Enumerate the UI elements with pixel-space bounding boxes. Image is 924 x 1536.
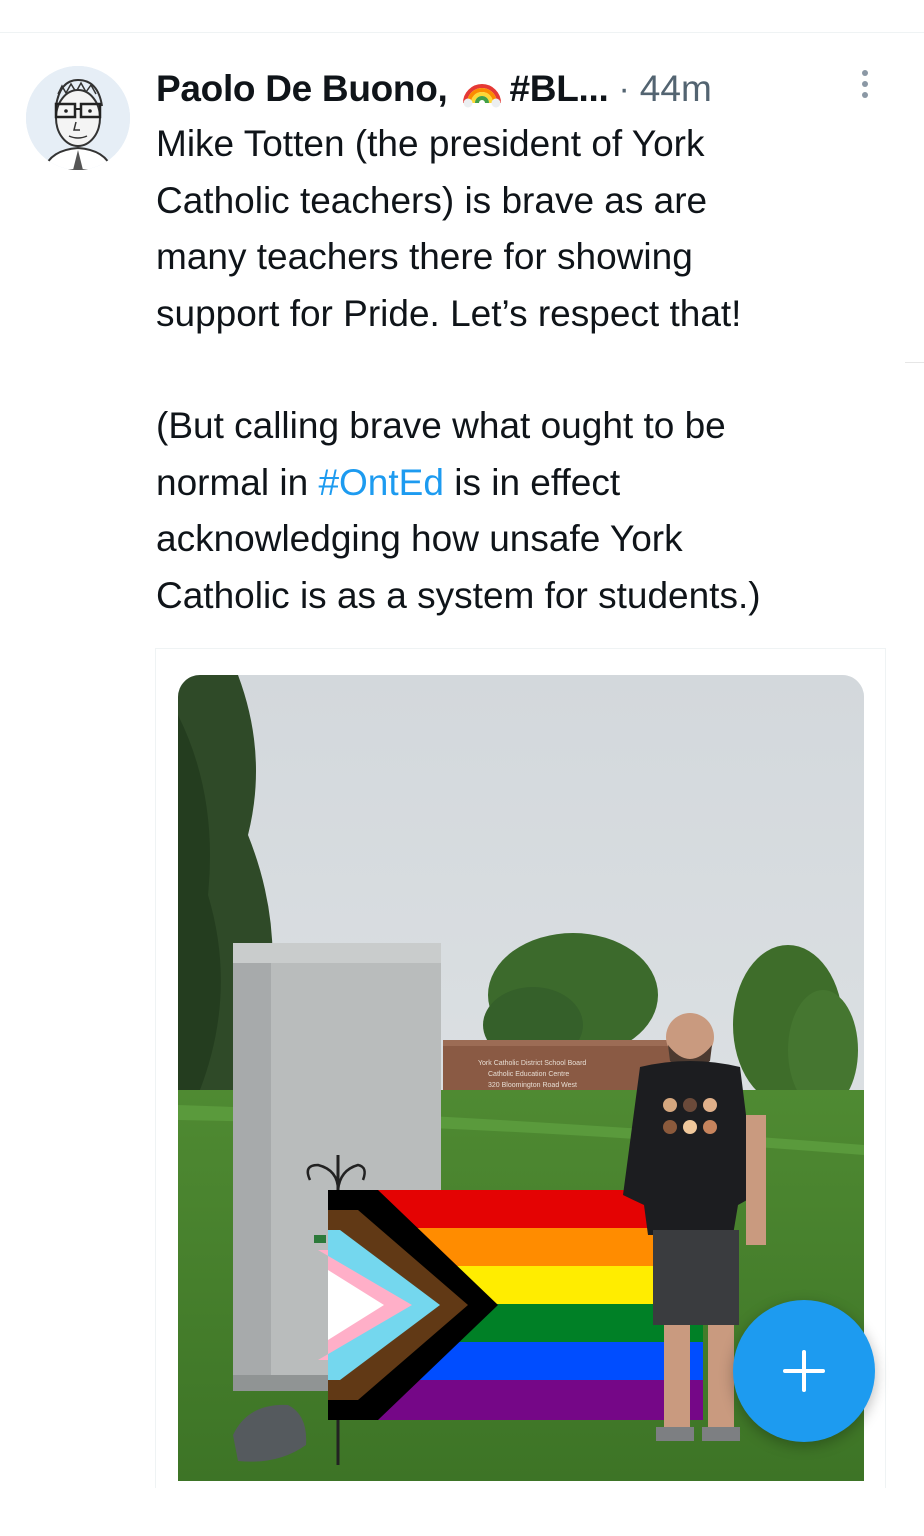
author-name[interactable]: Paolo De Buono, [156,68,448,110]
tweet-line: (But calling brave what ought to be [156,405,726,446]
tweet-header: Paolo De Buono, #BL... · 44m [156,64,856,114]
tweet-line: acknowledging how unsafe York [156,518,683,559]
avatar[interactable] [26,66,130,170]
tweet-line: Mike Totten (the president of York [156,123,705,164]
tweet-line: support for Pride. Let’s respect that! [156,292,742,334]
timestamp[interactable]: 44m [640,68,712,110]
tweet-line: Catholic is as a system for students.) [156,574,761,616]
tweet-line: many teachers there for showing [156,236,693,277]
tweet-text: Mike Totten (the president of York Catho… [156,116,886,624]
top-divider [0,32,924,33]
tweet-line: normal in #OntEd is in effect [156,455,886,512]
separator-dot: · [618,69,630,108]
rainbow-icon [462,69,502,109]
more-vertical-icon[interactable] [852,66,878,106]
avatar-drawing [26,66,130,170]
plus-icon [783,1350,825,1392]
compose-button[interactable] [733,1300,875,1442]
tweet-text-fragment: normal in [156,461,319,503]
sign-text: York Catholic District School Board [478,1060,586,1067]
author-tag[interactable]: #BL... [510,68,609,110]
sign-text: 320 Bloomington Road West [488,1082,577,1089]
sign-text: Catholic Education Centre [488,1071,569,1078]
hashtag-link[interactable]: #OntEd [318,462,443,503]
tweet-text-fragment: is in effect [443,461,621,503]
divider [905,362,924,363]
tweet-line: Catholic teachers) is brave as are [156,179,708,221]
